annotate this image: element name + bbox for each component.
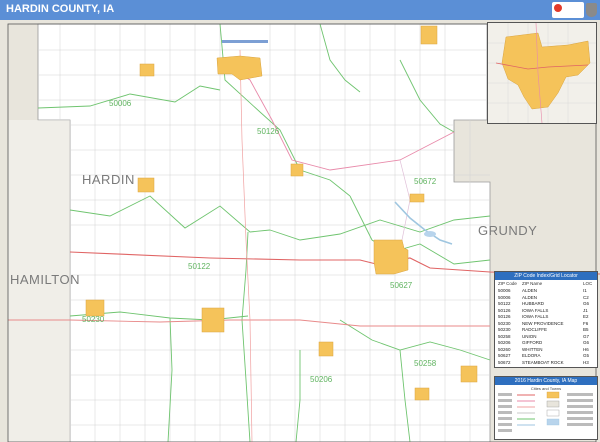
map-title: HARDIN COUNTY, IA	[6, 3, 115, 15]
city-eldora	[373, 239, 409, 275]
publisher-logo	[552, 2, 584, 18]
legend-header-zip: ZIP Code	[498, 281, 517, 286]
inset-map	[487, 22, 597, 124]
legend-header-loc: LOC	[583, 281, 593, 286]
city-radcliffe	[85, 299, 105, 317]
title-bar: HARDIN COUNTY, IA	[0, 0, 600, 20]
legend-header-name: ZIP Name	[522, 281, 543, 286]
county-label-hamilton: HAMILTON	[10, 272, 80, 287]
city-union	[420, 25, 438, 45]
zip-label: 50006	[109, 99, 132, 108]
zip-label: 50122	[188, 262, 211, 271]
zip-label: 50230	[82, 315, 105, 324]
city-gifford	[201, 307, 225, 333]
legend-title: ZIP Code Index/Grid Locator	[495, 272, 597, 280]
zip-label: 50258	[414, 359, 437, 368]
city-hubbard	[137, 177, 155, 193]
zip-label: 50206	[310, 375, 333, 384]
lake	[424, 231, 436, 237]
city-new-providence	[290, 163, 304, 177]
city-steamboat-rock	[409, 193, 425, 203]
zip-label: 50126	[257, 127, 280, 136]
zip-label: 50627	[390, 281, 413, 290]
county-label-hardin: HARDIN	[82, 172, 135, 187]
zip-legend: ZIP Code Index/Grid Locator ZIP Code ZIP…	[494, 271, 598, 368]
inset-canvas	[488, 23, 596, 123]
map-key: 2016 Hardin County, IA Map Cities and To…	[494, 376, 598, 440]
zip-label: 50672	[414, 177, 437, 186]
legend-row: 50672 STEAMBOAT ROCK H3	[498, 359, 589, 365]
city-alden	[139, 63, 155, 77]
county-area	[37, 23, 491, 442]
city-iowa-falls-marker	[222, 40, 268, 43]
map-key-symbols	[498, 391, 593, 432]
logo-icon	[554, 4, 562, 12]
city-buckeye	[460, 365, 478, 383]
county-label-grundy: GRUNDY	[478, 223, 538, 238]
city-owasa	[414, 387, 430, 401]
crest-icon	[586, 3, 597, 17]
city-whitten	[318, 341, 334, 357]
